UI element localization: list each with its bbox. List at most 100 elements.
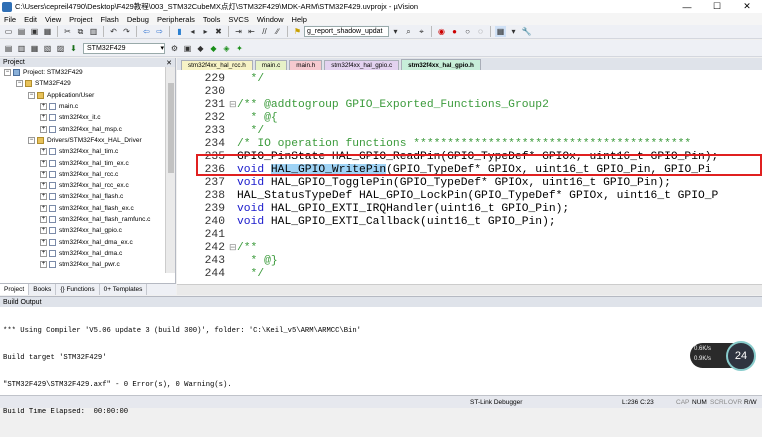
tab-templates[interactable]: 0+ Templates <box>100 284 148 295</box>
menu-project[interactable]: Project <box>69 15 92 24</box>
expand-icon[interactable]: + <box>40 193 47 201</box>
tab-project[interactable]: Project <box>0 284 30 295</box>
window-layout-icon[interactable]: ▦ <box>495 26 506 37</box>
find-icon[interactable]: ⌕ <box>403 26 414 37</box>
kill-breakpoints-icon[interactable]: ◌ <box>475 26 486 37</box>
fold-marker[interactable]: ⊟ <box>229 243 237 253</box>
tree-item[interactable]: + stm32f4xx_hal_tim.c <box>0 146 164 157</box>
tree-item[interactable]: + stm32f4xx_hal_dma_ex.c <box>0 236 164 247</box>
find-combo[interactable]: g_report_shadow_updat <box>304 26 389 37</box>
paste-icon[interactable]: ▥ <box>88 26 99 37</box>
tree-item[interactable]: − Project: STM32F429 <box>0 67 164 78</box>
menu-edit[interactable]: Edit <box>24 15 37 24</box>
menu-window[interactable]: Window <box>257 15 284 24</box>
save-icon[interactable]: ▣ <box>29 26 40 37</box>
incremental-find-icon[interactable]: ⌖ <box>416 26 427 37</box>
breakpoint-icon[interactable]: ● <box>449 26 460 37</box>
find-in-files-icon[interactable]: ⚑ <box>292 26 303 37</box>
prev-bookmark-icon[interactable]: ◂ <box>187 26 198 37</box>
menu-view[interactable]: View <box>45 15 61 24</box>
save-all-icon[interactable]: ▦ <box>42 26 53 37</box>
menu-help[interactable]: Help <box>292 15 307 24</box>
tree-item[interactable]: − Drivers/STM32F4xx_HAL_Driver <box>0 135 164 146</box>
manage-components-icon[interactable]: ▣ <box>182 43 193 54</box>
collapse-icon[interactable]: − <box>28 136 35 144</box>
expand-icon[interactable]: + <box>40 114 47 122</box>
stop-build-icon[interactable]: ▨ <box>55 43 66 54</box>
new-file-icon[interactable]: ▭ <box>3 26 14 37</box>
tree-item[interactable]: + stm32f4xx_hal_msp.c <box>0 123 164 134</box>
rebuild-icon[interactable]: ▦ <box>29 43 40 54</box>
layout-dropdown-icon[interactable]: ▾ <box>508 26 519 37</box>
expand-icon[interactable]: + <box>40 170 47 178</box>
file-extensions-icon[interactable]: ◆ <box>195 43 206 54</box>
editor-tab[interactable]: stm32f4xx_hal_gpio.h <box>401 59 481 70</box>
tree-item[interactable]: + stm32f4xx_hal_flash_ex.c <box>0 203 164 214</box>
editor-tab[interactable]: main.c <box>254 60 288 70</box>
target-options-icon[interactable]: ⚙ <box>169 43 180 54</box>
target-select[interactable]: STM32F429 ▾ <box>83 42 165 54</box>
expand-icon[interactable]: + <box>40 227 47 235</box>
tab-functions[interactable]: {} Functions <box>56 284 100 295</box>
editor-tab[interactable]: stm32f4xx_hal_rcc.h <box>181 60 253 70</box>
tab-books[interactable]: Books <box>29 284 57 295</box>
expand-icon[interactable]: + <box>40 103 47 111</box>
expand-icon[interactable]: + <box>40 159 47 167</box>
fold-marker[interactable]: ⊟ <box>229 100 237 110</box>
editor-hscrollbar[interactable] <box>177 284 762 295</box>
redo-icon[interactable]: ↷ <box>121 26 132 37</box>
copy-icon[interactable]: ⧉ <box>75 26 86 37</box>
configure-icon[interactable]: 🔧 <box>521 26 532 37</box>
collapse-icon[interactable]: − <box>4 69 11 77</box>
tree-item[interactable]: + stm32f4xx_hal_rcc_ex.c <box>0 180 164 191</box>
download-icon[interactable]: ⬇ <box>68 43 79 54</box>
expand-icon[interactable]: + <box>40 216 47 223</box>
tree-item[interactable]: + stm32f4xx_hal_pwr.c <box>0 259 164 270</box>
expand-icon[interactable]: + <box>40 204 47 212</box>
tree-item[interactable]: + stm32f4xx_hal_gpio.c <box>0 225 164 236</box>
find-dropdown-icon[interactable]: ▾ <box>390 26 401 37</box>
expand-icon[interactable]: + <box>40 148 47 156</box>
menu-tools[interactable]: Tools <box>203 15 221 24</box>
uncomment-icon[interactable]: ∕∕ <box>272 26 283 37</box>
menu-flash[interactable]: Flash <box>101 15 119 24</box>
tree-item[interactable]: + stm32f4xx_hal_flash_ramfunc.c <box>0 214 164 225</box>
bookmark-icon[interactable]: ▮ <box>174 26 185 37</box>
minimize-button[interactable]: — <box>672 0 702 13</box>
tree-item[interactable]: + stm32f4xx_hal_rcc.c <box>0 169 164 180</box>
translate-icon[interactable]: ▤ <box>3 43 14 54</box>
pack-installer-icon[interactable]: ◆ <box>208 43 219 54</box>
tree-item[interactable]: − STM32F429 <box>0 78 164 89</box>
project-panel-close-icon[interactable]: ✕ <box>166 59 172 67</box>
indent-icon[interactable]: ⇥ <box>233 26 244 37</box>
editor-tab[interactable]: main.h <box>289 60 323 70</box>
batch-build-icon[interactable]: ▧ <box>42 43 53 54</box>
menu-svcs[interactable]: SVCS <box>228 15 248 24</box>
build-icon[interactable]: ▥ <box>16 43 27 54</box>
tree-item[interactable]: + stm32f4xx_hal_dma.c <box>0 248 164 259</box>
expand-icon[interactable]: + <box>40 182 47 190</box>
open-folder-icon[interactable]: ▤ <box>16 26 27 37</box>
undo-icon[interactable]: ↶ <box>108 26 119 37</box>
menu-peripherals[interactable]: Peripherals <box>157 15 195 24</box>
code-view[interactable]: 229 */230 231 ⊟/** @addtogroup GPIO_Export… <box>177 70 762 284</box>
unindent-icon[interactable]: ⇤ <box>246 26 257 37</box>
tree-item[interactable]: + stm32f4xx_hal_flash.c <box>0 191 164 202</box>
tree-item[interactable]: + main.c <box>0 101 164 112</box>
menu-file[interactable]: File <box>4 15 16 24</box>
close-button[interactable]: ✕ <box>732 0 762 13</box>
clear-bookmarks-icon[interactable]: ✖ <box>213 26 224 37</box>
cut-icon[interactable]: ✂ <box>62 26 73 37</box>
select-device-icon[interactable]: ◈ <box>221 43 232 54</box>
tree-item[interactable]: + stm32f4xx_it.c <box>0 112 164 123</box>
maximize-button[interactable]: ☐ <box>702 0 732 13</box>
menu-debug[interactable]: Debug <box>127 15 149 24</box>
navigate-back-icon[interactable]: ⇦ <box>141 26 152 37</box>
navigate-forward-icon[interactable]: ⇨ <box>154 26 165 37</box>
project-tree-scrollbar[interactable] <box>165 67 175 273</box>
expand-icon[interactable]: + <box>40 249 47 257</box>
collapse-icon[interactable]: − <box>28 91 35 99</box>
editor-tab[interactable]: stm32f4xx_hal_gpio.c <box>324 60 400 70</box>
tree-item[interactable]: + stm32f4xx_hal_tim_ex.c <box>0 157 164 168</box>
disable-breakpoint-icon[interactable]: ○ <box>462 26 473 37</box>
